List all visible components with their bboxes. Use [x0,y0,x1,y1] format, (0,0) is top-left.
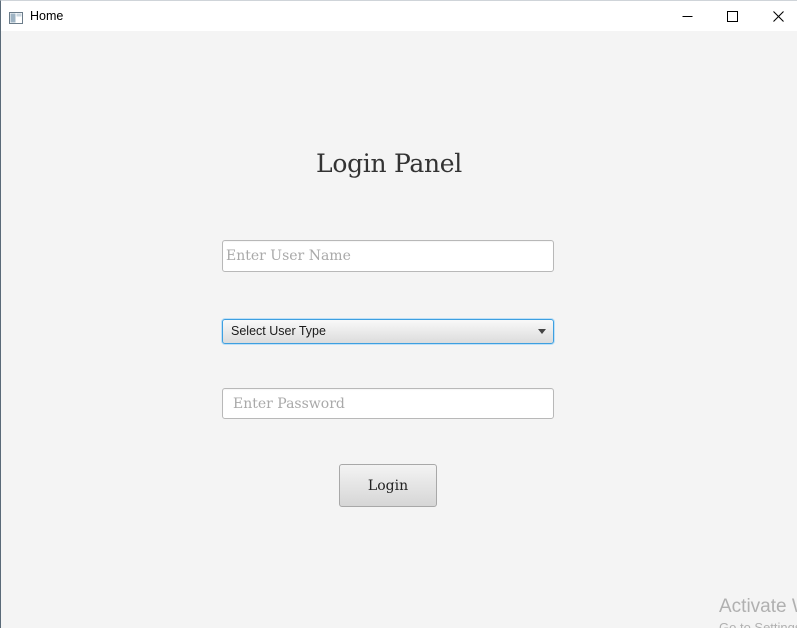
app-window-icon [9,9,23,24]
maximize-button[interactable] [710,1,755,31]
username-input[interactable] [222,240,554,272]
login-button[interactable]: Login [339,464,437,507]
page-title: Login Panel [316,149,462,178]
password-input[interactable] [222,388,554,419]
activation-watermark: Activate Windows Go to Settings to activ… [719,596,797,628]
title-bar[interactable]: Home [1,1,797,31]
minimize-button[interactable] [665,1,710,31]
minimize-icon [682,15,693,17]
app-window: Home Login Panel Select User Type Logi [0,0,797,628]
maximize-icon [727,10,738,22]
close-icon [773,10,784,22]
close-button[interactable] [756,1,797,31]
window-title: Home [30,9,64,23]
user-type-selected-value: Select User Type [231,324,326,338]
user-type-select[interactable]: Select User Type [222,319,554,344]
login-panel: Login Panel Select User Type Login Activ… [1,31,797,628]
chevron-down-icon [538,329,546,334]
watermark-title: Activate Windows [719,596,797,617]
watermark-subtitle: Go to Settings to activate Windows. [719,620,797,628]
